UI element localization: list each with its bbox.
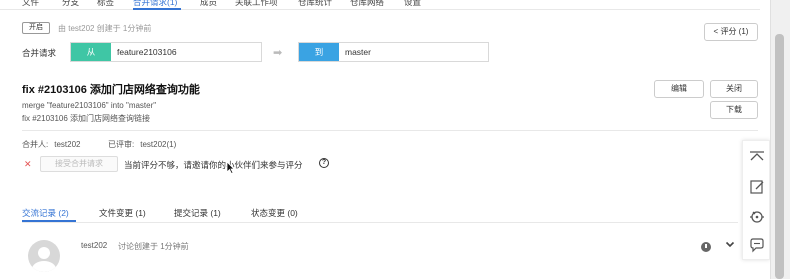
source-branch: 从 feature2103106 bbox=[70, 42, 262, 62]
mouse-cursor-icon bbox=[226, 161, 235, 174]
approved: 已评审: test202(1) bbox=[108, 139, 176, 150]
clock-icon[interactable] bbox=[701, 242, 711, 252]
tab-repo-stats[interactable]: 仓库统计 bbox=[298, 0, 332, 8]
description-line-1: merge "feature2103106" into "master" bbox=[22, 101, 157, 110]
active-tab-indicator bbox=[133, 8, 181, 10]
page-title: fix #2103106 添加门店网络查询功能 bbox=[22, 84, 200, 96]
target-branch-name: master bbox=[345, 47, 371, 57]
tab-members[interactable]: 成员 bbox=[200, 0, 217, 8]
divider bbox=[22, 130, 758, 131]
tab-commits[interactable]: 提交记录 (1) bbox=[174, 207, 221, 219]
close-button[interactable]: 关闭 bbox=[710, 80, 758, 98]
comment-author[interactable]: test202 bbox=[81, 241, 107, 250]
tab-merge-requests[interactable]: 合并请求(1) bbox=[133, 0, 177, 8]
status-badge: 开启 bbox=[22, 22, 50, 34]
tab-tags[interactable]: 标签 bbox=[97, 0, 114, 8]
tab-status-changes[interactable]: 状态变更 (0) bbox=[251, 207, 298, 219]
tab-branches[interactable]: 分支 bbox=[62, 0, 79, 8]
close-icon: ✕ bbox=[24, 159, 32, 169]
reviewers-label: 合并人: bbox=[22, 140, 49, 149]
avatar bbox=[28, 240, 60, 272]
activity-tabs: 交流记录 (2) 文件变更 (1) 提交记录 (1) 状态变更 (0) bbox=[22, 207, 738, 221]
back-to-top-icon[interactable] bbox=[743, 143, 771, 171]
reviewers: 合并人: test202 bbox=[22, 139, 80, 150]
approved-value: test202(1) bbox=[140, 140, 177, 149]
scrollbar-thumb[interactable] bbox=[775, 34, 784, 279]
reviewers-value: test202 bbox=[54, 140, 81, 149]
tab-files[interactable]: 文件 bbox=[22, 0, 39, 8]
description-line-2: fix #2103106 添加门店网络查询链接 bbox=[22, 114, 151, 123]
created-info: 由 test202 创建于 1分钟前 bbox=[58, 24, 152, 33]
chevron-down-icon[interactable] bbox=[725, 239, 735, 249]
tab-file-changes[interactable]: 文件变更 (1) bbox=[99, 207, 146, 219]
merge-label: 合并请求 bbox=[22, 48, 57, 58]
target-branch: 到 master bbox=[298, 42, 489, 62]
score-button[interactable]: < 评分 (1) bbox=[704, 23, 758, 41]
tab-settings[interactable]: 设置 bbox=[404, 0, 421, 8]
chat-icon[interactable] bbox=[743, 231, 771, 259]
arrow-right-icon: ➡ bbox=[273, 47, 283, 59]
edit-icon[interactable] bbox=[743, 173, 771, 201]
top-nav: 文件 分支 标签 合并请求(1) 成员 关联工作项 仓库统计 仓库网络 设置 bbox=[0, 0, 760, 10]
approved-label: 已评审: bbox=[108, 140, 135, 149]
tab-related-work[interactable]: 关联工作项 bbox=[235, 0, 278, 8]
tab-discussion[interactable]: 交流记录 (2) bbox=[22, 207, 69, 219]
help-icon[interactable]: ? bbox=[319, 158, 329, 168]
tab-repo-network[interactable]: 仓库网络 bbox=[350, 0, 384, 8]
divider bbox=[22, 222, 738, 223]
accept-merge-button[interactable]: 接受合并请求 bbox=[40, 156, 118, 172]
download-button[interactable]: 下载 bbox=[710, 101, 758, 119]
source-branch-name: feature2103106 bbox=[117, 47, 177, 57]
comment-meta: 讨论创建于 1分钟前 bbox=[118, 242, 189, 251]
to-tag: 到 bbox=[299, 43, 339, 61]
robot-icon[interactable] bbox=[743, 203, 771, 231]
from-tag: 从 bbox=[71, 43, 111, 61]
score-warning: 当前评分不够，请邀请你的小伙伴们来参与评分 bbox=[124, 160, 303, 170]
edit-button[interactable]: 编辑 bbox=[654, 80, 704, 98]
floating-toolbar bbox=[742, 140, 770, 260]
